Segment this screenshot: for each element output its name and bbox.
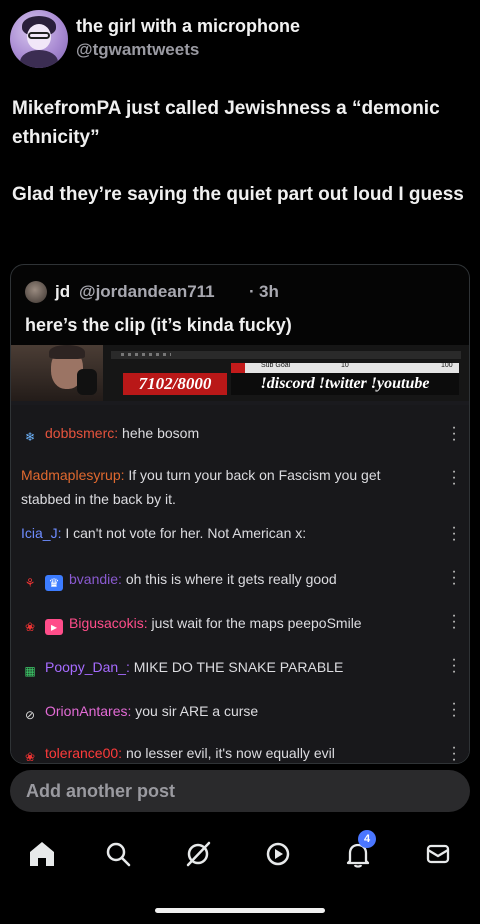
sub-goal-bar: Sub Goal 10 100 (231, 362, 459, 373)
gift-icon: ▦ (24, 664, 36, 678)
search-icon (106, 842, 131, 867)
nav-video[interactable] (258, 834, 298, 874)
sub-goal-fill (231, 363, 245, 373)
rose-icon: ❀ (24, 620, 36, 634)
quoted-post[interactable]: jd @jordandean711 · 3h here’s the clip (… (10, 264, 470, 764)
nav-search[interactable] (98, 834, 138, 874)
stream-overlay: Sub Goal 10 100 7102/8000 !discord !twit… (11, 345, 469, 401)
avatar-body (20, 50, 58, 68)
mail-icon (426, 844, 450, 864)
home-icon (30, 842, 54, 866)
chat-username[interactable]: OrionAntares (45, 703, 127, 719)
flower-icon: ⚘ (24, 576, 36, 590)
more-options-icon[interactable]: · · · (451, 608, 457, 636)
chat-username[interactable]: Madmaplesyrup (21, 467, 121, 483)
post-text-line1: MikefromPA just called Jewishness a “dem… (12, 98, 440, 148)
chat-message: ❀ ▸ Bigusacokis: just wait for the maps pe… (21, 611, 441, 635)
post-header: the girl with a microphone @tgwamtweets (10, 10, 470, 74)
quoted-post-header: jd @jordandean711 · 3h (25, 279, 455, 307)
more-options-icon[interactable]: · · · (451, 740, 457, 764)
add-post-placeholder: Add another post (26, 781, 175, 801)
sub-goal-max: 100 (441, 362, 453, 369)
nav-messages[interactable] (418, 834, 458, 874)
add-post-input[interactable]: Add another post (10, 770, 470, 812)
author-name[interactable]: the girl with a microphone (76, 16, 300, 37)
chat-text: you sir ARE a curse (131, 703, 259, 719)
nav-home[interactable] (22, 834, 62, 874)
more-options-icon[interactable]: · · · (451, 520, 457, 548)
more-options-icon[interactable]: · · · (451, 652, 457, 680)
quoted-separator: · (249, 282, 255, 301)
avatar-glasses (28, 32, 50, 39)
chat-username[interactable]: dobbsmerc (45, 425, 114, 441)
webcam-feed (11, 345, 103, 401)
video-player[interactable]: Sub Goal 10 100 7102/8000 !discord !twit… (11, 345, 469, 764)
quoted-author-avatar[interactable] (25, 281, 47, 303)
nav-notifications[interactable]: 4 (338, 830, 378, 874)
crown-icon: ♛ (45, 575, 63, 591)
more-options-icon[interactable]: · · · (451, 696, 457, 724)
streamer-hat (49, 345, 85, 359)
chat-message: ⊘ OrionAntares: you sir ARE a curse (21, 699, 441, 723)
chat-text: hehe bosom (118, 425, 200, 441)
microphone-icon (77, 369, 97, 395)
chat-username[interactable]: Poopy_Dan_ (45, 659, 126, 675)
viewer-goal-count: 7102/8000 (123, 373, 227, 395)
no-audio-icon: ⊘ (24, 708, 36, 722)
chat-message: ▦ Poopy_Dan_: MIKE DO THE SNAKE PARABLE (21, 655, 441, 679)
chat-message: ❀ tolerance00: no lesser evil, it's now e… (21, 741, 441, 764)
chat-message: Madmaplesyrup: If you turn your back on … (21, 463, 421, 511)
more-options-icon[interactable]: · · · (451, 564, 457, 592)
grok-icon (186, 841, 211, 867)
chat-text: no lesser evil, it's now equally evil (122, 745, 335, 761)
quoted-timestamp: 3h (259, 282, 279, 301)
chat-username[interactable]: tolerance00 (45, 745, 118, 761)
chat-username[interactable]: Bigusacokis (69, 615, 144, 631)
home-indicator[interactable] (155, 908, 325, 913)
rose-icon: ❀ (24, 750, 36, 764)
chat-username[interactable]: Icia_J (21, 525, 58, 541)
sub-goal-mid: 10 (341, 362, 349, 369)
snowflake-icon: ❄ (24, 430, 36, 444)
more-options-icon[interactable]: · · · (451, 420, 457, 448)
quoted-author-handle[interactable]: @jordandean711 (79, 282, 215, 302)
chat-message: ⚘ ♛ bvandie: oh this is where it gets real… (21, 567, 441, 591)
chat-panel: ❄ dobbsmerc: hehe bosom · · · Madmaplesyrup… (11, 405, 469, 764)
chat-text: just wait for the maps peepoSmile (147, 615, 362, 631)
status-dots (121, 353, 171, 356)
quoted-author-name[interactable]: jd (55, 282, 70, 302)
quoted-post-text: here’s the clip (it’s kinda fucky) (25, 315, 292, 335)
chat-text: MIKE DO THE SNAKE PARABLE (129, 659, 344, 675)
chat-message: Icia_J: I can't not vote for her. Not Am… (21, 521, 441, 545)
sub-badge-icon: ▸ (45, 619, 63, 635)
notification-count-badge: 4 (358, 830, 376, 848)
chat-text: oh this is where it gets really good (121, 571, 337, 587)
stream-status-bar (111, 351, 461, 359)
chat-text: I can't not vote for her. Not American x… (61, 525, 307, 541)
nav-grok[interactable] (178, 834, 218, 874)
author-handle[interactable]: @tgwamtweets (76, 40, 199, 60)
stream-commands: !discord !twitter !youtube (231, 373, 459, 395)
chat-username[interactable]: bvandie (69, 571, 118, 587)
video-play-icon (266, 842, 290, 866)
post-text-line2: Glad they’re saying the quiet part out l… (12, 184, 464, 205)
chat-message: ❄ dobbsmerc: hehe bosom (21, 421, 441, 445)
sub-goal-label: Sub Goal (261, 362, 291, 369)
more-options-icon[interactable]: · · · (451, 464, 457, 492)
bottom-nav: 4 (0, 826, 480, 882)
author-avatar[interactable] (10, 10, 68, 68)
